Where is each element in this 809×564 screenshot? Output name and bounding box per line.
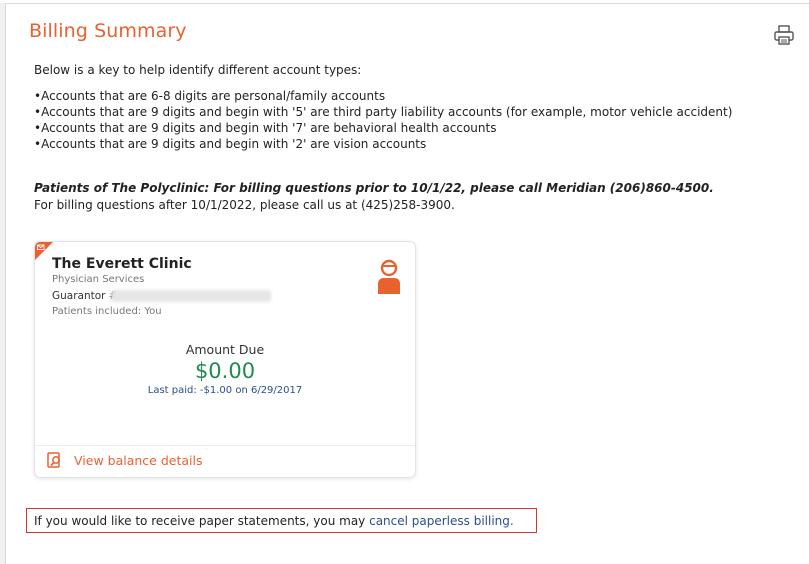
view-balance-details-link[interactable]: View balance details [47, 452, 202, 468]
last-paid: Last paid: -$1.00 on 6/29/2017 [147, 385, 303, 396]
polyclinic-notice: Patients of The Polyclinic: For billing … [34, 181, 714, 195]
cancel-paperless-link[interactable]: cancel paperless billing. [369, 514, 514, 528]
key-item: •Accounts that are 9 digits and begin wi… [34, 105, 733, 119]
page-title: Billing Summary [29, 20, 187, 42]
paperless-message: If you would like to receive paper state… [34, 514, 514, 528]
amount-due-value: $0.00 [194, 359, 256, 383]
user-avatar-icon [378, 259, 400, 294]
key-item: •Accounts that are 9 digits and begin wi… [34, 137, 427, 151]
key-intro: Below is a key to help identify differen… [34, 63, 362, 77]
printer-icon[interactable] [773, 24, 795, 46]
paperless-text: If you would like to receive paper state… [34, 514, 370, 528]
view-balance-details-label: View balance details [74, 452, 203, 468]
patients-included: Patients included: You [52, 306, 162, 317]
service-type: Physician Services [52, 274, 145, 285]
guarantor-number-redacted [111, 290, 271, 302]
clinic-name: The Everett Clinic [52, 256, 192, 272]
key-item: •Accounts that are 9 digits and begin wi… [34, 121, 497, 135]
billing-phone-notice: For billing questions after 10/1/2022, p… [34, 198, 455, 212]
account-type-key: •Accounts that are 6-8 digits are person… [34, 88, 732, 152]
card-divider [35, 445, 415, 446]
amount-due-label: Amount Due [185, 342, 265, 357]
key-item: •Accounts that are 6-8 digits are person… [34, 89, 386, 103]
magnifier-document-icon [47, 452, 60, 468]
guarantor-label: Guarantor # [52, 290, 118, 302]
account-card: The Everett Clinic Physician Services Gu… [34, 241, 416, 478]
paperless-envelope-icon [35, 242, 53, 260]
